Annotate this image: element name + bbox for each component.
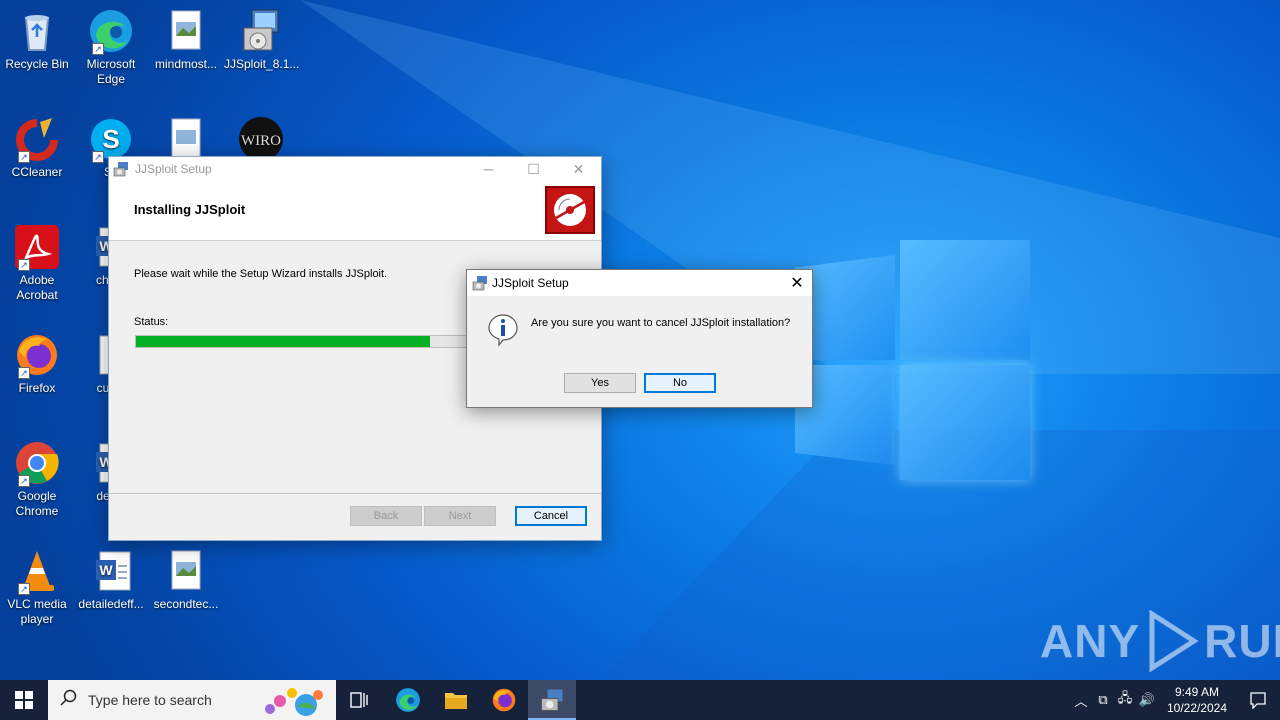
search-icon	[60, 689, 78, 712]
firefox-icon: ↗	[14, 332, 60, 379]
taskbar-file-explorer[interactable]	[432, 680, 480, 720]
clock[interactable]: 9:49 AM 10/22/2024	[1158, 684, 1236, 716]
no-button[interactable]: No	[644, 373, 716, 393]
install-progress-bar	[135, 335, 475, 348]
close-button[interactable]: ✕	[556, 157, 601, 181]
installer-icon	[472, 275, 488, 291]
recycle-bin-icon	[14, 8, 60, 54]
desktop-icon-label: mindmost...	[154, 57, 217, 71]
desktop-icon-label: detailedeff...	[78, 597, 144, 611]
desktop-icon-label: Recycle Bin	[5, 57, 69, 71]
chrome-icon: ↗	[14, 440, 60, 487]
setup-banner: Installing JJSploit	[109, 181, 601, 241]
start-button[interactable]	[0, 680, 48, 720]
edge-icon: ↗	[88, 8, 134, 55]
chevron-up-icon[interactable]: ︿	[1070, 691, 1092, 710]
desktop-icon-installer[interactable]: JJSploit_8.1...	[224, 8, 300, 72]
acrobat-icon: ↗	[14, 224, 60, 271]
taskbar-firefox[interactable]	[480, 680, 528, 720]
desktop-icon-label: CCleaner	[11, 165, 63, 179]
windows-icon	[15, 691, 33, 709]
taskbar-setup[interactable]	[528, 680, 576, 720]
notification-icon	[1250, 692, 1266, 709]
search-placeholder: Type here to search	[88, 692, 212, 708]
page-title: Installing JJSploit	[134, 202, 246, 217]
setup-body-text: Please wait while the Setup Wizard insta…	[134, 268, 388, 280]
desktop-icon-google-chrome[interactable]: ↗ Google Chrome	[0, 440, 74, 519]
device-icon[interactable]: ⧉	[1092, 692, 1114, 708]
dialog-message: Are you sure you want to cancel JJSploit…	[531, 317, 791, 329]
minimize-button[interactable]: ─	[466, 157, 511, 181]
installer-icon	[238, 8, 284, 54]
desktop-icon-label: Google Chrome	[15, 489, 59, 518]
confirm-dialog: JJSploit Setup ✕ Are you sure you want t…	[466, 269, 813, 408]
desktop-icon-recycle-bin[interactable]: Recycle Bin	[0, 8, 74, 72]
notification-button[interactable]	[1236, 680, 1280, 720]
desktop-icon-label: secondtec...	[153, 597, 219, 611]
clock-time: 9:49 AM	[1174, 685, 1220, 699]
anyrun-watermark: ANY RUN	[1040, 610, 1280, 672]
installer-icon	[113, 161, 129, 177]
yes-button[interactable]: Yes	[564, 373, 636, 393]
taskbar: Type here to search ︿ ⧉ 🖧 🔊 9:49 AM 10/2…	[0, 680, 1280, 720]
desktop-icon-word-doc[interactable]: W detailedeff...	[74, 548, 148, 612]
image-file-icon	[163, 8, 209, 54]
progress-fill	[136, 336, 431, 347]
taskbar-search-box[interactable]: Type here to search	[48, 680, 336, 720]
dialog-title: JJSploit Setup	[492, 276, 569, 290]
desktop-icon-label: VLC media player	[7, 597, 67, 626]
network-icon[interactable]: 🖧	[1114, 689, 1136, 711]
desktop-icon-image-file[interactable]: mindmost...	[149, 8, 223, 72]
cancel-button[interactable]: Cancel	[515, 506, 587, 526]
edge-icon	[396, 688, 420, 712]
desktop-icon-label: Firefox	[18, 381, 56, 395]
svg-text:WIRO: WIRO	[241, 133, 281, 149]
desktop-icon-label: Microsoft Edge	[86, 57, 136, 86]
clock-date: 10/22/2024	[1166, 701, 1228, 715]
desktop-icon-vlc[interactable]: ↗ VLC media player	[0, 548, 74, 627]
desktop-icon-label: JJSploit_8.1...	[224, 57, 300, 71]
folder-icon	[445, 693, 467, 709]
firefox-icon	[492, 688, 516, 712]
desktop-icon-adobe-acrobat[interactable]: ↗ Adobe Acrobat	[0, 224, 74, 303]
svg-text:W: W	[99, 562, 113, 578]
setup-titlebar[interactable]: JJSploit Setup ─ ☐ ✕	[109, 157, 601, 181]
word-doc-icon: W	[88, 548, 134, 594]
desktop-icon-firefox[interactable]: ↗ Firefox	[0, 332, 74, 396]
desktop-icon-image-file[interactable]: secondtec...	[149, 548, 223, 612]
back-button[interactable]: Back	[350, 506, 422, 526]
maximize-button[interactable]: ☐	[511, 157, 556, 181]
windows-logo-wallpaper	[795, 240, 1030, 480]
ccleaner-icon: ↗	[14, 116, 60, 163]
volume-icon[interactable]: 🔊	[1136, 692, 1158, 708]
installer-icon	[541, 689, 563, 711]
divider	[109, 493, 601, 494]
desktop-icon-microsoft-edge[interactable]: ↗ Microsoft Edge	[74, 8, 148, 87]
status-label: Status:	[134, 316, 169, 328]
disc-logo-icon	[545, 186, 595, 234]
dialog-titlebar[interactable]: JJSploit Setup ✕	[467, 270, 812, 296]
system-tray: ︿ ⧉ 🖧 🔊 9:49 AM 10/22/2024	[1070, 680, 1280, 720]
svg-text:S: S	[102, 124, 119, 154]
task-view-button[interactable]	[336, 680, 384, 720]
taskbar-edge[interactable]	[384, 680, 432, 720]
next-button[interactable]: Next	[424, 506, 496, 526]
search-highlight-icon	[260, 683, 332, 720]
task-view-icon	[350, 692, 368, 708]
desktop-icon-label: Adobe Acrobat	[16, 273, 58, 302]
image-file-icon	[163, 548, 209, 594]
desktop-icon-ccleaner[interactable]: ↗ CCleaner	[0, 116, 74, 180]
dialog-close-button[interactable]: ✕	[782, 273, 812, 293]
vlc-icon: ↗	[14, 548, 60, 595]
info-icon	[487, 313, 519, 347]
setup-title: JJSploit Setup	[135, 162, 212, 176]
